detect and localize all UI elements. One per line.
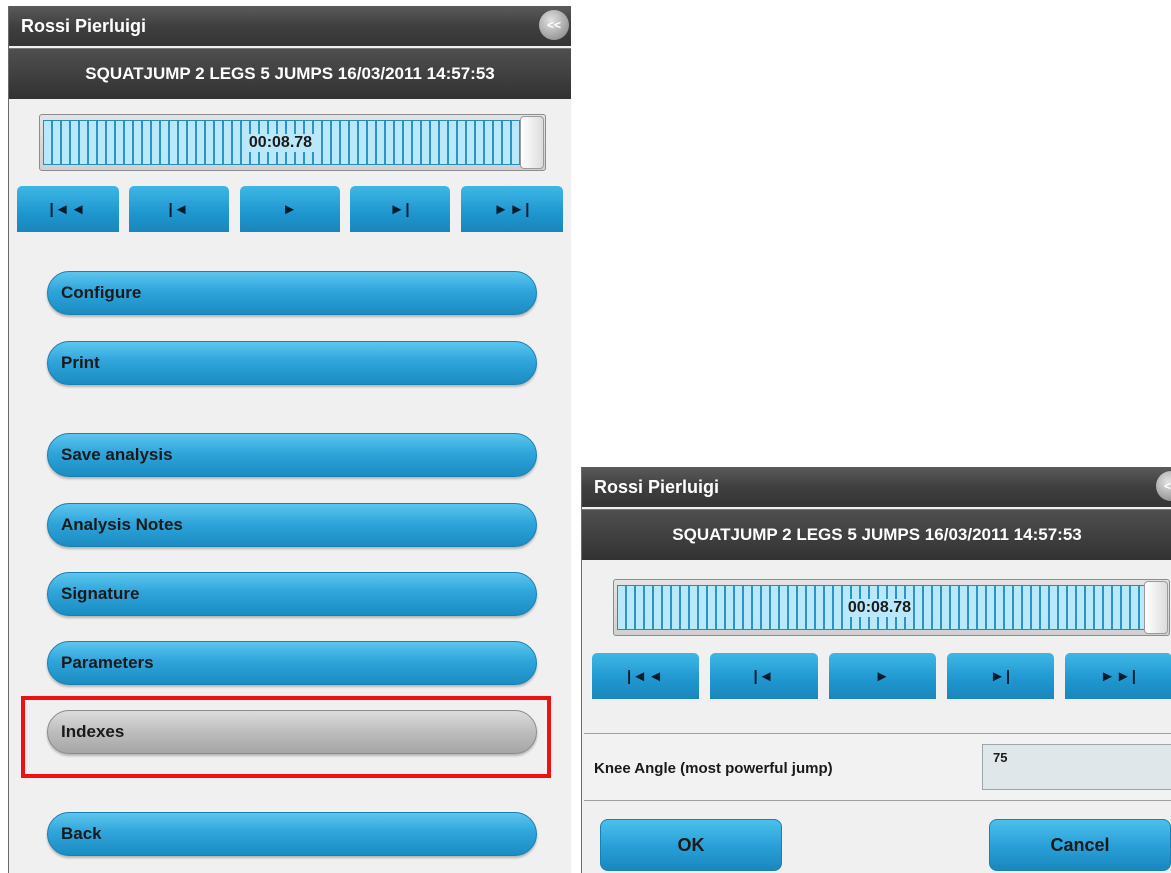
play-button[interactable]: ► (829, 653, 936, 699)
skip-to-end-button[interactable]: ►►| (461, 186, 563, 232)
skip-to-start-button[interactable]: |◄◄ (592, 653, 699, 699)
collapse-button[interactable]: << (1156, 471, 1171, 501)
patient-name: Rossi Pierluigi (594, 476, 720, 497)
signature-button[interactable]: Signature (47, 572, 537, 616)
parameters-button[interactable]: Parameters (47, 641, 537, 685)
timeline-handle[interactable] (1144, 581, 1168, 634)
save-analysis-button[interactable]: Save analysis (47, 433, 537, 477)
step-forward-button[interactable]: ►| (350, 186, 450, 232)
session-title: SQUATJUMP 2 LEGS 5 JUMPS 16/03/2011 14:5… (9, 48, 571, 99)
timeline-time: 00:08.78 (246, 133, 315, 152)
timeline-handle[interactable] (520, 116, 544, 169)
title-bar: Rossi Pierluigi << (9, 6, 571, 46)
step-forward-button[interactable]: ►| (947, 653, 1054, 699)
knee-angle-row: Knee Angle (most powerful jump) 75 (584, 733, 1171, 801)
print-button[interactable]: Print (47, 341, 537, 385)
patient-name: Rossi Pierluigi (21, 15, 147, 36)
collapse-button[interactable]: << (539, 10, 569, 40)
timeline-slider[interactable]: 00:08.78 (39, 114, 546, 171)
play-button[interactable]: ► (240, 186, 340, 232)
session-title: SQUATJUMP 2 LEGS 5 JUMPS 16/03/2011 14:5… (582, 509, 1171, 560)
step-back-button[interactable]: |◄ (129, 186, 229, 232)
step-back-button[interactable]: |◄ (710, 653, 818, 699)
cancel-button[interactable]: Cancel (989, 819, 1171, 871)
indexes-dialog-panel: Rossi Pierluigi << SQUATJUMP 2 LEGS 5 JU… (581, 467, 1171, 873)
timeline-time: 00:08.78 (845, 598, 914, 617)
knee-angle-label: Knee Angle (most powerful jump) (594, 760, 833, 777)
skip-to-start-button[interactable]: |◄◄ (17, 186, 119, 232)
timeline-slider[interactable]: 00:08.78 (613, 579, 1170, 636)
knee-angle-input[interactable]: 75 (982, 744, 1171, 790)
back-button[interactable]: Back (47, 812, 537, 856)
configure-button[interactable]: Configure (47, 271, 537, 315)
indexes-highlight-box (21, 696, 551, 778)
title-bar: Rossi Pierluigi << (582, 467, 1171, 507)
ok-button[interactable]: OK (600, 819, 782, 871)
analysis-notes-button[interactable]: Analysis Notes (47, 503, 537, 547)
skip-to-end-button[interactable]: ►►| (1065, 653, 1171, 699)
